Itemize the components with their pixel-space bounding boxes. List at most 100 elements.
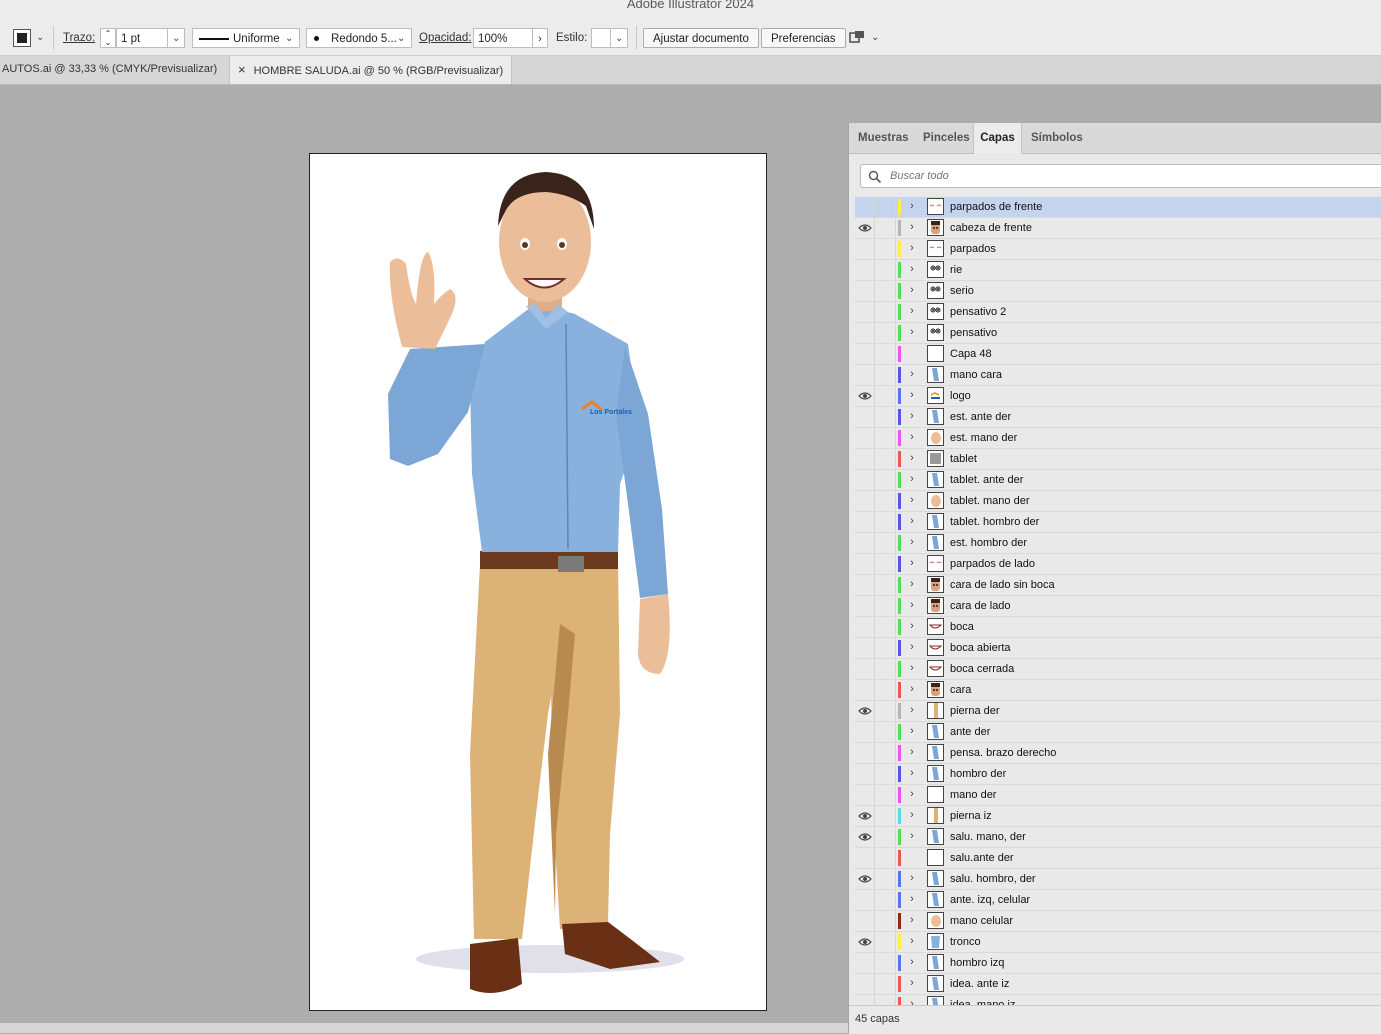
lock-toggle[interactable] — [876, 659, 896, 679]
visibility-toggle[interactable] — [855, 239, 875, 259]
visibility-toggle[interactable] — [855, 344, 875, 364]
chevron-right-icon[interactable]: › — [906, 218, 918, 238]
lock-toggle[interactable] — [876, 890, 896, 910]
layer-row[interactable]: › pensativo — [855, 323, 1381, 344]
stepper-up-icon[interactable]: ⌃ — [101, 29, 115, 38]
visibility-toggle[interactable] — [855, 407, 875, 427]
chevron-right-icon[interactable]: › — [906, 722, 918, 742]
opacity-flyout-button[interactable]: › — [532, 28, 548, 48]
lock-toggle[interactable] — [876, 722, 896, 742]
chevron-right-icon[interactable]: › — [906, 995, 918, 1005]
visibility-toggle[interactable] — [855, 386, 875, 406]
layer-row[interactable]: › ante der — [855, 722, 1381, 743]
layer-name[interactable]: pensativo 2 — [950, 302, 1006, 322]
layer-row[interactable]: › pensativo 2 — [855, 302, 1381, 323]
lock-toggle[interactable] — [876, 491, 896, 511]
lock-toggle[interactable] — [876, 344, 896, 364]
lock-toggle[interactable] — [876, 260, 896, 280]
lock-toggle[interactable] — [876, 995, 896, 1005]
layer-row[interactable]: salu.ante der — [855, 848, 1381, 869]
layer-row[interactable]: › hombro der — [855, 764, 1381, 785]
layer-name[interactable]: idea. mano iz — [950, 995, 1015, 1005]
layer-row[interactable]: › est. hombro der — [855, 533, 1381, 554]
visibility-toggle[interactable] — [855, 743, 875, 763]
visibility-toggle[interactable] — [855, 911, 875, 931]
layer-row[interactable]: › mano celular — [855, 911, 1381, 932]
layer-name[interactable]: mano der — [950, 785, 996, 805]
visibility-toggle[interactable] — [855, 701, 875, 721]
layer-row[interactable]: › rie — [855, 260, 1381, 281]
visibility-toggle[interactable] — [855, 554, 875, 574]
lock-toggle[interactable] — [876, 764, 896, 784]
close-icon[interactable]: × — [238, 62, 246, 77]
layers-search[interactable] — [860, 164, 1381, 188]
layer-name[interactable]: cabeza de frente — [950, 218, 1032, 238]
tab-capas[interactable]: Capas — [973, 123, 1022, 154]
chevron-right-icon[interactable]: › — [906, 533, 918, 553]
lock-toggle[interactable] — [876, 638, 896, 658]
style-dropdown[interactable]: ⌄ — [610, 28, 628, 48]
lock-toggle[interactable] — [876, 428, 896, 448]
visibility-toggle[interactable] — [855, 281, 875, 301]
chevron-down-icon[interactable]: ⌄ — [871, 32, 879, 43]
chevron-right-icon[interactable]: › — [906, 302, 918, 322]
lock-toggle[interactable] — [876, 323, 896, 343]
chevron-right-icon[interactable]: › — [906, 911, 918, 931]
layer-row[interactable]: › idea. ante iz — [855, 974, 1381, 995]
lock-toggle[interactable] — [876, 281, 896, 301]
chevron-right-icon[interactable]: › — [906, 470, 918, 490]
layer-name[interactable]: parpados de frente — [950, 197, 1042, 217]
fit-document-button[interactable]: Ajustar documento — [643, 28, 759, 48]
lock-toggle[interactable] — [876, 197, 896, 217]
chevron-right-icon[interactable]: › — [906, 974, 918, 994]
visibility-toggle[interactable] — [855, 617, 875, 637]
chevron-right-icon[interactable]: › — [906, 827, 918, 847]
layer-row[interactable]: › serio — [855, 281, 1381, 302]
tab-muestras[interactable]: Muestras — [858, 123, 909, 154]
layer-name[interactable]: cara de lado sin boca — [950, 575, 1055, 595]
visibility-toggle[interactable] — [855, 365, 875, 385]
lock-toggle[interactable] — [876, 911, 896, 931]
arrange-icon[interactable] — [849, 30, 865, 46]
layer-name[interactable]: mano celular — [950, 911, 1013, 931]
chevron-right-icon[interactable]: › — [906, 638, 918, 658]
chevron-right-icon[interactable]: › — [906, 449, 918, 469]
layer-row[interactable]: › hombro izq — [855, 953, 1381, 974]
visibility-toggle[interactable] — [855, 596, 875, 616]
visibility-toggle[interactable] — [855, 302, 875, 322]
visibility-toggle[interactable] — [855, 890, 875, 910]
layer-row[interactable]: › pensa. brazo derecho — [855, 743, 1381, 764]
layer-row[interactable]: › idea. mano iz — [855, 995, 1381, 1005]
lock-toggle[interactable] — [876, 575, 896, 595]
lock-toggle[interactable] — [876, 449, 896, 469]
layer-row[interactable]: › tablet. mano der — [855, 491, 1381, 512]
layer-name[interactable]: boca — [950, 617, 974, 637]
visibility-toggle[interactable] — [855, 533, 875, 553]
layer-name[interactable]: ante der — [950, 722, 990, 742]
visibility-toggle[interactable] — [855, 638, 875, 658]
layer-name[interactable]: parpados — [950, 239, 996, 259]
visibility-toggle[interactable] — [855, 323, 875, 343]
layer-row[interactable]: › cara de lado sin boca — [855, 575, 1381, 596]
chevron-right-icon[interactable]: › — [906, 575, 918, 595]
layer-name[interactable]: salu. mano, der — [950, 827, 1026, 847]
visibility-toggle[interactable] — [855, 932, 875, 952]
search-input[interactable] — [890, 168, 1370, 184]
layer-name[interactable]: pensa. brazo derecho — [950, 743, 1056, 763]
layer-row[interactable]: › tablet. hombro der — [855, 512, 1381, 533]
lock-toggle[interactable] — [876, 554, 896, 574]
visibility-toggle[interactable] — [855, 722, 875, 742]
layer-name[interactable]: pensativo — [950, 323, 997, 343]
layer-name[interactable]: ante. izq, celular — [950, 890, 1030, 910]
layer-name[interactable]: boca cerrada — [950, 659, 1014, 679]
visibility-toggle[interactable] — [855, 512, 875, 532]
chevron-right-icon[interactable]: › — [906, 764, 918, 784]
lock-toggle[interactable] — [876, 239, 896, 259]
stroke-weight-stepper[interactable]: ⌃ ⌄ — [100, 28, 116, 48]
lock-toggle[interactable] — [876, 302, 896, 322]
layer-name[interactable]: tablet. hombro der — [950, 512, 1039, 532]
layer-row[interactable]: › cabeza de frente — [855, 218, 1381, 239]
artboard[interactable]: Los Portales — [309, 153, 767, 1011]
chevron-right-icon[interactable]: › — [906, 239, 918, 259]
visibility-toggle[interactable] — [855, 260, 875, 280]
